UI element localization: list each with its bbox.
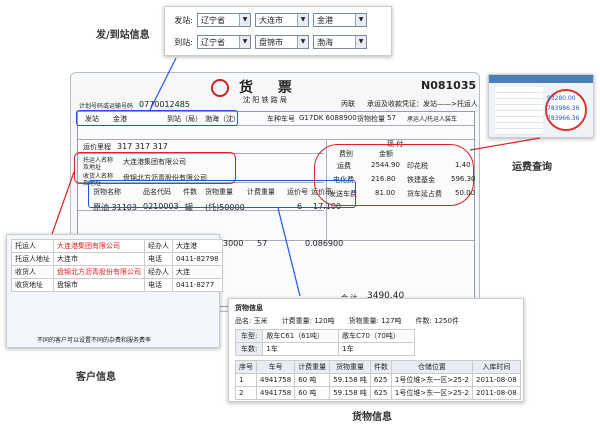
customer-caption: 不同的客户可以设置不同的杂费和服务费率 — [37, 337, 152, 344]
depart-station-select[interactable]: 金港 ▼ — [313, 13, 367, 27]
query-value: 783986.36 — [547, 105, 580, 112]
arrive-province-select[interactable]: 辽宁省 ▼ — [197, 35, 251, 49]
plan-no: 0770012485 — [139, 100, 190, 109]
extra-value: 0.086900 — [305, 239, 344, 248]
table-row[interactable]: 1 4941758 60 吨 59.158 吨 625 1号位堆>东一区>25-2 2011… — [235, 373, 521, 387]
copy-label: 丙联 — [341, 100, 355, 108]
freight-query-label: 运费查询 — [512, 162, 552, 173]
chevron-down-icon: ▼ — [297, 14, 308, 26]
extra-value: 57 — [257, 239, 268, 248]
query-value: 783966.36 — [547, 115, 580, 122]
copy-desc: 承运及收款凭证：发站——>托运人 — [367, 100, 478, 108]
table-row: 车型: 敞车C61（61吨） 敞车C70（70吨） — [234, 329, 415, 343]
customer-info-label: 客户信息 — [76, 372, 116, 383]
tariff-label: 运价里程 — [83, 143, 111, 151]
ticket-title: 货 票 — [239, 80, 302, 96]
station-selector-panel: 发站: 辽宁省 ▼ 大连市 ▼ 金港 ▼ 到站: 辽宁省 ▼ 盘锦市 ▼ 渤海 ▼ — [164, 6, 392, 56]
load-label: 货物检量 — [357, 115, 385, 123]
bearer-label: 承运人/托运人装车 — [407, 116, 458, 123]
car-type-label: 车种车号 — [267, 115, 295, 123]
table-row: 托运人 大连港集团有限公司 经办人 大连港 — [11, 239, 223, 253]
query-value: 93280.00 — [547, 95, 576, 102]
fee-highlight — [314, 144, 474, 206]
railway-logo-icon — [211, 79, 229, 97]
station-highlight — [76, 110, 238, 126]
extra-value: 3000 — [223, 239, 244, 248]
freight-query-screenshot: 93280.00 783986.36 783966.36 — [488, 74, 594, 138]
goods-info-panel: 货物信息 品名: 玉米 计费重量: 120吨 货物重量: 127吨 件数: 12… — [228, 298, 524, 402]
tariff: 317 317 317 — [117, 142, 168, 151]
customer-info-screenshot: 托运人 大连港集团有限公司 经办人 大连港 托运人地址 大连市 电话 0411-82798 … — [6, 234, 223, 348]
chevron-down-icon: ▼ — [355, 14, 366, 26]
arrive-label: 到站: — [174, 37, 193, 47]
car-type-table: 车型: 敞车C61（61吨） 敞车C70（70吨） 车数: 1车 1车 — [234, 329, 415, 356]
table-row: 车数: 1车 1车 — [234, 342, 415, 356]
ticket-subtitle: 沈 阳 铁 路 局 — [243, 96, 287, 104]
table-row: 收货人 盘锦北方沥青股份有限公司 经办人 大连 — [11, 265, 223, 279]
arrive-station-row: 到站: 辽宁省 ▼ 盘锦市 ▼ 渤海 ▼ — [171, 33, 385, 51]
arrive-city-select[interactable]: 盘锦市 ▼ — [255, 35, 309, 49]
plan-no-label: 计划号码或运输号码 — [79, 103, 134, 110]
arrive-station-select[interactable]: 渤海 ▼ — [313, 35, 367, 49]
load: 57 — [387, 114, 396, 122]
depart-station-row: 发站: 辽宁省 ▼ 大连市 ▼ 金港 ▼ — [171, 11, 385, 29]
table-row: 收货地址 盘锦市 电话 0411-8277 — [11, 278, 223, 292]
chevron-down-icon: ▼ — [297, 36, 308, 48]
table-row: 托运人地址 大连市 电话 0411-82798 — [11, 252, 223, 266]
goods-summary: 品名: 玉米 计费重量: 120吨 货物重量: 127吨 件数: 1250件 — [235, 317, 459, 325]
arrow-fee — [469, 137, 541, 151]
chevron-down-icon: ▼ — [239, 36, 250, 48]
depart-province-select[interactable]: 辽宁省 ▼ — [197, 13, 251, 27]
goods-panel-title: 货物信息 — [235, 304, 263, 312]
goods-info-label: 货物信息 — [352, 412, 392, 423]
car-type: G17DK 6088900 — [299, 114, 357, 122]
table-header-row: 序号 车号 计费重量 货物重量 件数 仓储位置 入库时间 — [235, 360, 521, 374]
customer-table: 托运人 大连港集团有限公司 经办人 大连港 托运人地址 大连市 电话 0411-82798 … — [11, 239, 223, 292]
depart-label: 发站: — [174, 15, 193, 25]
chevron-down-icon: ▼ — [355, 36, 366, 48]
table-row[interactable]: 2 4941758 60 吨 59.158 吨 625 1号位堆>东一区>25-2 2011… — [235, 386, 521, 400]
ticket-number: N081035 — [421, 79, 477, 92]
depart-city-select[interactable]: 大连市 ▼ — [255, 13, 309, 27]
station-info-label: 发/到站信息 — [96, 30, 150, 41]
goods-detail-table: 序号 车号 计费重量 货物重量 件数 仓储位置 入库时间 1 4941758 60 吨 59.15… — [235, 360, 521, 400]
chevron-down-icon: ▼ — [239, 14, 250, 26]
